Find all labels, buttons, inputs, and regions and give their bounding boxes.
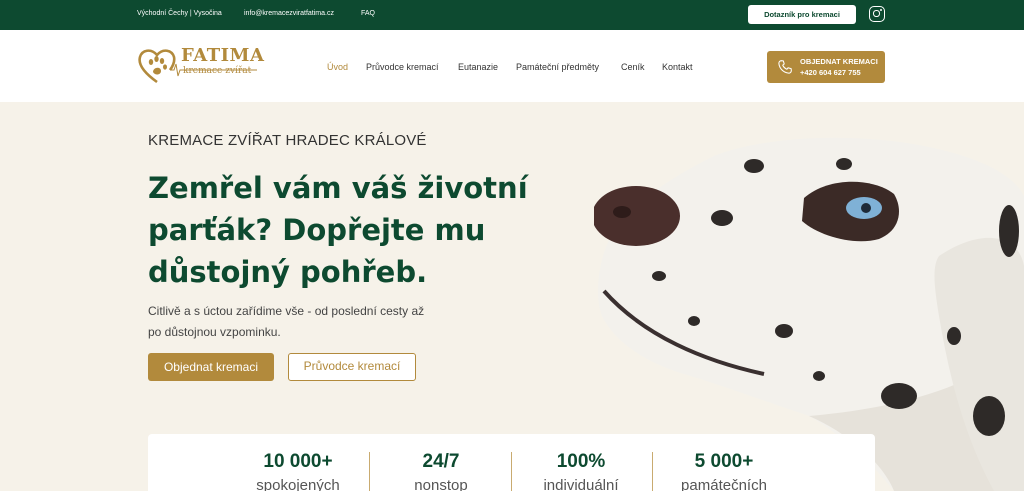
stat-customers: 10 000+ spokojených (228, 451, 368, 491)
nav-item-cenik[interactable]: Ceník (621, 62, 645, 72)
stat-keepsakes: 5 000+ památečních (654, 451, 794, 491)
logo[interactable]: FATIMA kremace zvířat (137, 44, 265, 88)
stat-value: 24/7 (422, 451, 460, 472)
nav-item-pruvodce[interactable]: Průvodce kremací (366, 62, 439, 72)
questionnaire-button[interactable]: Dotazník pro kremaci (748, 5, 856, 24)
stat-label: spokojených (256, 477, 340, 491)
stat-label: památečních (681, 477, 767, 491)
stat-divider (652, 452, 653, 491)
hero-text: Citlivě a s úctou zařídime vše - od posl… (148, 304, 425, 339)
hero-title: Zemřel vám váš životní parťák? Dopřejte … (148, 171, 528, 289)
stat-individual: 100% individuální (511, 451, 651, 491)
nav-item-kontakt[interactable]: Kontakt (662, 62, 693, 72)
cta-phone: +420 604 627 755 (800, 68, 861, 77)
nav-item-pametni-predmety[interactable]: Památeční předměty (516, 62, 599, 72)
stat-nonstop: 24/7 nonstop (371, 451, 511, 491)
top-bar: Východní Čechy | Vysočina info@kremacezv… (0, 0, 1024, 30)
stat-label: individuální (543, 477, 619, 491)
stats-bar: 10 000+ spokojených 24/7 nonstop 100% in… (148, 434, 875, 491)
cta-label: OBJEDNAT KREMACI (800, 57, 878, 66)
stat-value: 10 000+ (263, 451, 333, 472)
faq-link[interactable]: FAQ (361, 10, 375, 17)
email-link[interactable]: info@kremacezviratfatima.cz (244, 10, 334, 17)
stat-value: 100% (556, 451, 606, 472)
nav-item-uvod[interactable]: Úvod (327, 62, 348, 72)
region-text: Východní Čechy | Vysočina (137, 10, 222, 17)
order-cremation-button[interactable]: Objednat kremaci (148, 353, 274, 381)
instagram-icon[interactable] (869, 6, 885, 22)
nav-item-eutanazie[interactable]: Eutanazie (458, 62, 498, 72)
cremation-guide-button[interactable]: Průvodce kremací (288, 353, 416, 381)
hero-kicker: KREMACE ZVÍŘAT HRADEC KRÁLOVÉ (148, 132, 427, 149)
order-cremation-cta[interactable]: OBJEDNAT KREMACI +420 604 627 755 (767, 51, 885, 83)
stat-value: 5 000+ (694, 451, 754, 472)
stat-label: nonstop (414, 477, 468, 491)
logo-name: FATIMA (181, 45, 265, 66)
stat-divider (369, 452, 370, 491)
phone-icon (778, 60, 792, 74)
logo-subtitle: kremace zvířat (183, 66, 252, 76)
